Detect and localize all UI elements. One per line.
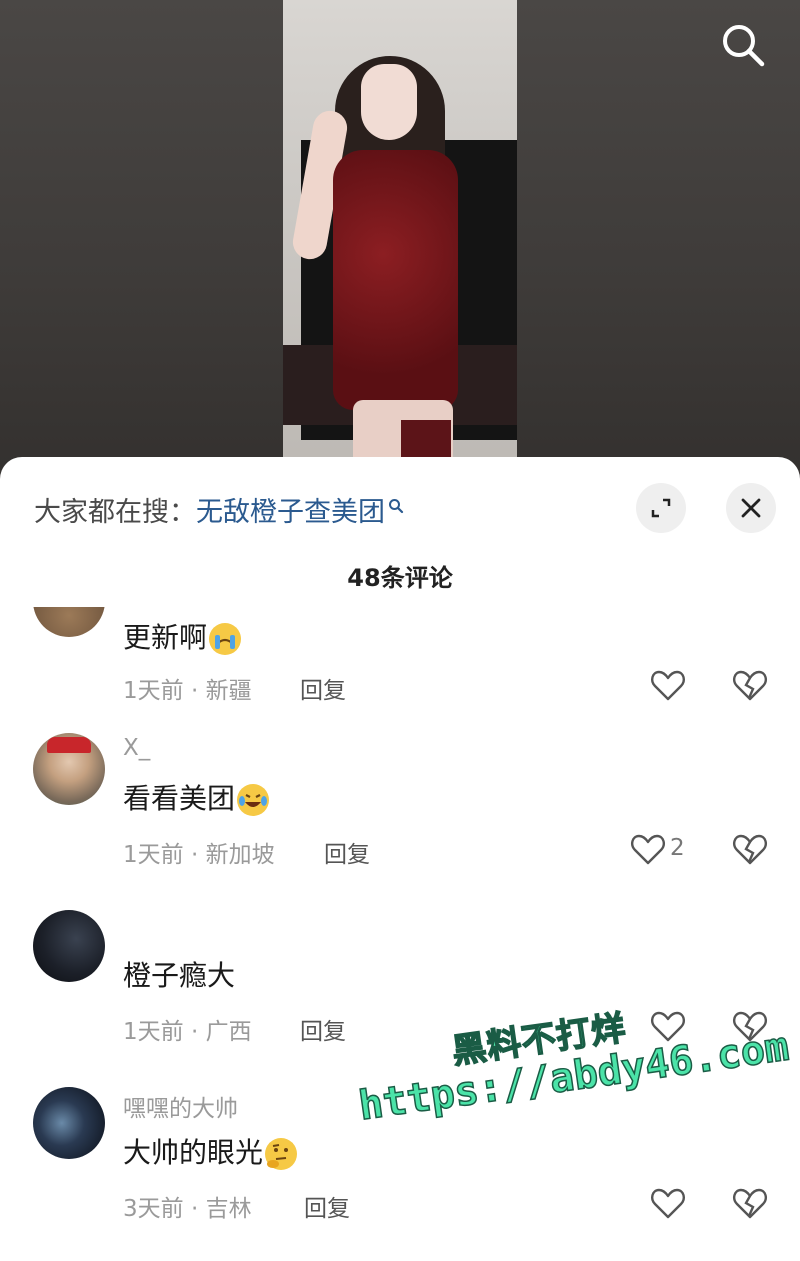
avatar[interactable] [33,733,105,805]
sheet-header: 大家都在搜：无敌橙子查美团 48条评论 [0,457,800,592]
face-image [361,64,417,140]
comment-text: 大帅的眼光 [123,1131,298,1171]
comment-text-content: 大帅的眼光 [123,1136,264,1169]
avatar[interactable] [33,910,105,982]
comment-count: 48条评论 [347,564,453,592]
comment-meta: 1天前 · 新加坡 [123,842,275,868]
heart-icon [651,1011,685,1042]
search-icon [723,25,765,67]
comment-username[interactable]: X_ [123,735,150,761]
comment-meta: 1天前 · 新疆 [123,678,252,704]
dislike-button[interactable] [730,1183,770,1223]
comment-text-content: 橙子瘾大 [123,959,236,992]
reply-button[interactable]: 回复 [304,1189,350,1223]
dress-image [333,150,458,410]
comment-list[interactable]: 更新啊 1天前 · 新疆 回复 X_ 看看美团 1天前 · 新加坡 回复 2 橙… [0,607,800,1261]
broken-heart-icon [733,834,767,865]
search-suggestion-link[interactable]: 无敌橙子查美团 [196,497,385,528]
comment-text: 看看美团 [123,777,270,817]
dislike-button[interactable] [730,665,770,705]
comment-meta: 1天前 · 广西 [123,1019,252,1045]
comment-item: X_ 看看美团 1天前 · 新加坡 回复 2 [0,733,800,903]
comment-item: 橙子瘾大 1天前 · 广西 回复 [0,910,800,1080]
broken-heart-icon [733,1011,767,1042]
heart-icon [651,670,685,701]
comment-item: 嘿嘿的大帅 大帅的眼光 3天前 · 吉林 回复 [0,1087,800,1257]
expand-icon [651,498,671,518]
dislike-button[interactable] [730,1006,770,1046]
reply-button[interactable]: 回复 [300,1012,346,1046]
comment-meta: 3天前 · 吉林 [123,1196,252,1222]
close-icon [741,498,761,518]
like-button[interactable] [648,665,688,705]
comment-text-content: 更新啊 [123,621,208,654]
comment-text: 更新啊 [123,616,242,656]
avatar[interactable] [33,1087,105,1159]
like-button[interactable] [648,1183,688,1223]
crying-face-emoji-icon [209,623,242,655]
search-button[interactable] [718,20,768,70]
avatar[interactable] [33,607,105,637]
thinking-face-emoji-icon [265,1138,298,1170]
like-button[interactable] [628,829,668,869]
broken-heart-icon [733,670,767,701]
broken-heart-icon [733,1188,767,1219]
heart-icon [651,1188,685,1219]
reply-button[interactable]: 回复 [300,671,346,705]
heart-icon [631,834,665,865]
search-suggestion-prefix: 大家都在搜： [34,497,196,528]
close-button[interactable] [726,483,776,533]
comments-sheet: 大家都在搜：无敌橙子查美团 48条评论 更新啊 1天前 · 新疆 回复 X_ 看… [0,457,800,1261]
like-count: 2 [670,835,685,861]
mini-search-icon [388,492,404,523]
reply-button[interactable]: 回复 [324,835,370,869]
like-button[interactable] [648,1006,688,1046]
search-suggestion: 大家都在搜：无敌橙子查美团 [34,490,404,529]
laughing-tears-emoji-icon [237,784,270,816]
video-background [0,0,800,470]
video-player[interactable] [283,0,517,470]
comment-item: 更新啊 1天前 · 新疆 回复 [0,607,800,735]
dislike-button[interactable] [730,829,770,869]
comment-text: 橙子瘾大 [123,954,235,994]
comment-username[interactable]: 嘿嘿的大帅 [123,1089,238,1123]
comment-text-content: 看看美团 [123,782,236,815]
expand-button[interactable] [636,483,686,533]
